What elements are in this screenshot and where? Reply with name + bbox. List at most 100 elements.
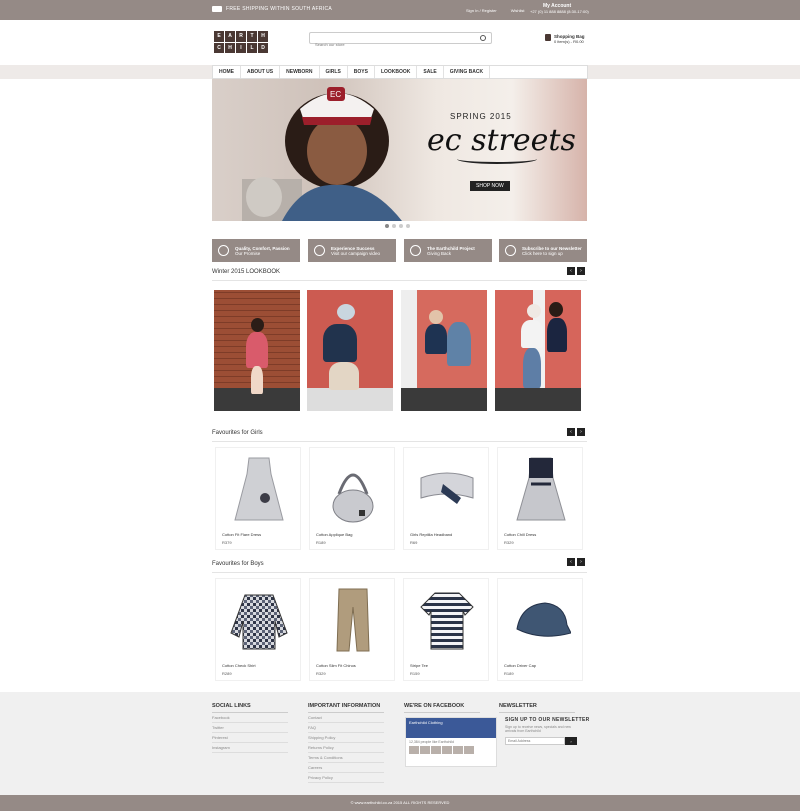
lookbook-photo[interactable] [307, 290, 393, 411]
product-card[interactable]: Cotton Fit Flare Dress R379 [215, 447, 301, 550]
shipping-text: FREE SHIPPING WITHIN SOUTH AFRICA [226, 6, 333, 12]
avatar [442, 746, 452, 754]
product-image [508, 585, 574, 655]
shipping-link[interactable]: Shipping Policy [308, 733, 384, 743]
video-icon [314, 245, 325, 256]
search-box [309, 32, 492, 50]
faq-link[interactable]: FAQ [308, 723, 384, 733]
product-card[interactable]: Cotton Chill Dress R329 [497, 447, 583, 550]
truck-icon [212, 6, 222, 12]
product-price: R189 [504, 671, 514, 676]
slider-dot[interactable] [406, 224, 410, 228]
prev-arrow-icon[interactable]: ‹ [567, 558, 575, 566]
shopping-bag[interactable]: Shopping Bag 0 item(s) - R0.00 [545, 34, 585, 44]
product-card[interactable]: Cotton Driver Cap R189 [497, 578, 583, 681]
lookbook-photo[interactable] [495, 290, 581, 411]
nav-sale[interactable]: SALE [417, 66, 444, 78]
lookbook-title: Winter 2015 LOOKBOOK [212, 269, 281, 275]
facebook-page-name[interactable]: Earthchild Clothing [406, 718, 496, 738]
section-divider [212, 572, 587, 573]
feature-sub: Visit our campaign video [331, 250, 380, 256]
product-card[interactable]: Stripe Tee R159 [403, 578, 489, 681]
avatar [420, 746, 430, 754]
avatar [431, 746, 441, 754]
product-price: R329 [504, 540, 514, 545]
main-nav: HOME ABOUT US NEWBORN GIRLS BOYS LOOKBOO… [212, 65, 588, 79]
copyright-bar: © www.earthchild.co.za 2015 ALL RIGHTS R… [0, 795, 800, 811]
product-price: R159 [410, 671, 420, 676]
product-name[interactable]: Cotton Driver Cap [504, 663, 536, 668]
signin-link[interactable]: Sign In / Register [466, 8, 497, 13]
hero-title: ec streets [427, 123, 576, 158]
next-arrow-icon[interactable]: › [577, 428, 585, 436]
feature-promise[interactable]: Quality, Comfort, Passion Our Promise [212, 239, 300, 262]
facebook-likes: 12,384 people like Earthchild [409, 740, 454, 744]
careers-link[interactable]: Careers [308, 763, 384, 773]
lookbook-photo[interactable] [401, 290, 487, 411]
product-image [414, 454, 480, 524]
wishlist-link[interactable]: Wishlist [511, 8, 525, 13]
twitter-link[interactable]: Twitter [212, 723, 288, 733]
avatar [464, 746, 474, 754]
product-image [226, 585, 292, 655]
newsletter-submit-button[interactable]: › [565, 737, 577, 745]
instagram-link[interactable]: Instagram [212, 743, 288, 753]
product-name[interactable]: Stripe Tee [410, 663, 428, 668]
search-input[interactable] [310, 39, 470, 50]
facebook-link[interactable]: Facebook [212, 713, 288, 723]
nav-home[interactable]: HOME [213, 66, 241, 78]
lookbook-photo[interactable] [214, 290, 300, 411]
avatar [453, 746, 463, 754]
prev-arrow-icon[interactable]: ‹ [567, 267, 575, 275]
product-image [414, 585, 480, 655]
hero-swoosh [457, 154, 537, 164]
product-card[interactable]: Cotton Check Shirt R289 [215, 578, 301, 681]
product-name[interactable]: Cotton Applique Bag [316, 532, 352, 537]
product-name[interactable]: Cotton Fit Flare Dress [222, 532, 261, 537]
product-price: R69 [410, 540, 418, 545]
logo-letter: L [247, 42, 257, 53]
logo-letter: H [225, 42, 235, 53]
next-arrow-icon[interactable]: › [577, 267, 585, 275]
nav-newborn[interactable]: NEWBORN [280, 66, 320, 78]
slider-dot[interactable] [399, 224, 403, 228]
product-name[interactable]: Cotton Slim Fit Chinos [316, 663, 356, 668]
returns-link[interactable]: Returns Policy [308, 743, 384, 753]
product-card[interactable]: Cotton Slim Fit Chinos R329 [309, 578, 395, 681]
important-info: IMPORTANT INFORMATION Contact FAQ Shippi… [308, 703, 384, 783]
nav-boys[interactable]: BOYS [348, 66, 375, 78]
product-name[interactable]: Girls Reptilia Headband [410, 532, 452, 537]
contact-link[interactable]: Contact [308, 713, 384, 723]
slider-dot[interactable] [392, 224, 396, 228]
top-bar: FREE SHIPPING WITHIN SOUTH AFRICA Sign I… [0, 0, 800, 20]
phone-number: +27 (0) 11 888 8888 (8:30-17:00) [530, 9, 589, 14]
terms-link[interactable]: Terms & Conditions [308, 753, 384, 763]
top-links: Sign In / Register Wishlist [466, 8, 524, 13]
nav-lookbook[interactable]: LOOKBOOK [375, 66, 418, 78]
header: E A R T H C H I L D Shopping Bag 0 item(… [0, 20, 800, 65]
privacy-link[interactable]: Privacy Policy [308, 773, 384, 783]
next-arrow-icon[interactable]: › [577, 558, 585, 566]
pinterest-link[interactable]: Pinterest [212, 733, 288, 743]
product-name[interactable]: Cotton Check Shirt [222, 663, 256, 668]
product-card[interactable]: Cotton Applique Bag R189 [309, 447, 395, 550]
feature-project[interactable]: The Earthchild Project Giving Back [404, 239, 492, 262]
feature-video[interactable]: Experience Success Visit our campaign vid… [308, 239, 396, 262]
product-name[interactable]: Cotton Chill Dress [504, 532, 536, 537]
search-icon[interactable] [480, 35, 486, 41]
hero-banner[interactable]: EC SPRING 2015 ec streets SHOP NOW [212, 79, 587, 221]
star-badge-icon [218, 245, 229, 256]
earthchild-logo[interactable]: E A R T H C H I L D [214, 31, 268, 53]
newsletter-email-input[interactable] [505, 737, 565, 745]
facebook-widget[interactable]: Earthchild Clothing 12,384 people like E… [405, 717, 497, 767]
nav-girls[interactable]: GIRLS [320, 66, 348, 78]
product-image [508, 454, 574, 524]
shop-now-button[interactable]: SHOP NOW [470, 181, 510, 191]
slider-dot[interactable] [385, 224, 389, 228]
boys-title: Favourites for Boys [212, 561, 264, 567]
nav-giving-back[interactable]: GIVING BACK [444, 66, 491, 78]
prev-arrow-icon[interactable]: ‹ [567, 428, 575, 436]
feature-newsletter[interactable]: Subscribe to our Newsletter Click here to… [499, 239, 587, 262]
product-card[interactable]: Girls Reptilia Headband R69 [403, 447, 489, 550]
nav-about-us[interactable]: ABOUT US [241, 66, 281, 78]
